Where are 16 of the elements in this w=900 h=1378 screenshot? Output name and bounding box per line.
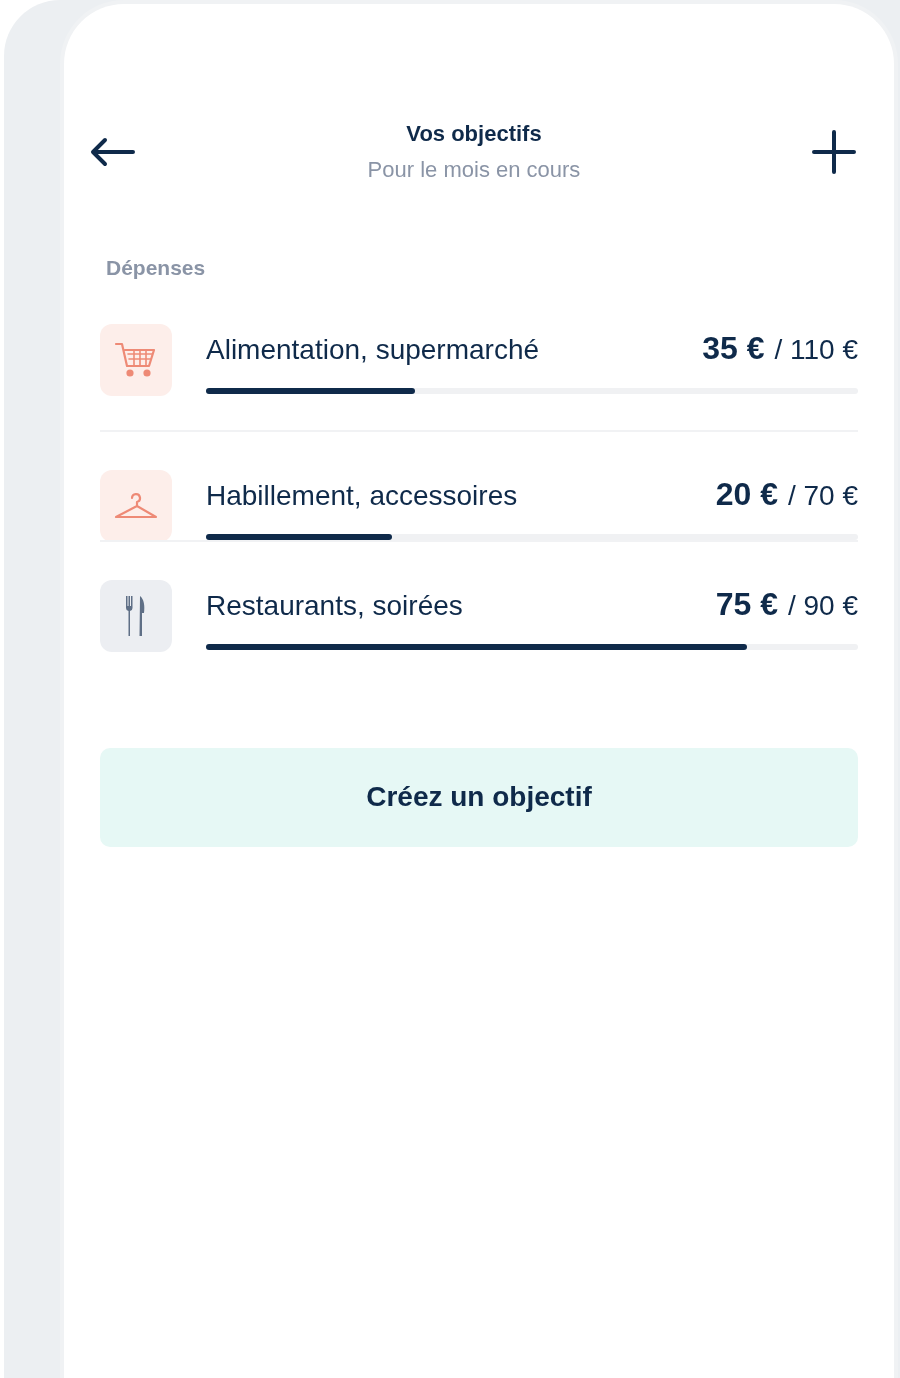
page-title: Vos objectifs: [406, 120, 542, 148]
page-subtitle: Pour le mois en cours: [367, 156, 581, 184]
category-name: Restaurants, soirées: [206, 588, 463, 623]
category-name: Habillement, accessoires: [206, 478, 518, 513]
back-arrow-icon[interactable]: [90, 137, 136, 167]
category-name: Alimentation, supermarché: [206, 332, 540, 367]
spent-amount: 20 €: [715, 474, 778, 514]
spent-amount: 35 €: [702, 328, 765, 368]
spent-amount: 75 €: [715, 584, 778, 624]
budget-amount: / 110 €: [774, 332, 858, 367]
hanger-icon: [113, 490, 159, 521]
budget-amount: / 90 €: [787, 588, 858, 623]
plus-icon[interactable]: [812, 130, 856, 174]
section-label: Dépenses: [106, 256, 206, 279]
create-goal-button[interactable]: Créez un objectif: [100, 747, 858, 847]
budget-amount: / 70 €: [787, 478, 858, 513]
